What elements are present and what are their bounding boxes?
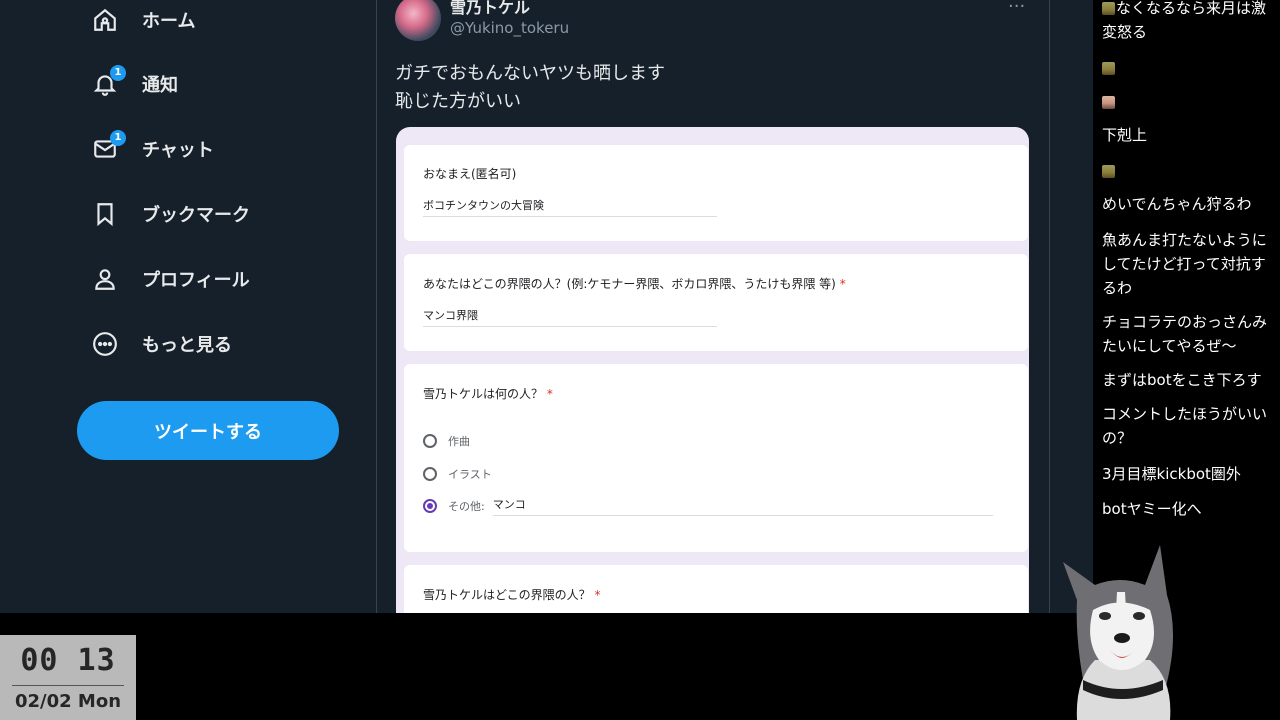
sidebar-item-profile[interactable]: プロフィール	[90, 259, 250, 299]
tweet-button[interactable]: ツイートする	[77, 401, 339, 460]
form-question-card: あなたはどこの界隈の人？(例:ケモナー界隈、ボカロ界隈、うたけも界隈 等) * …	[404, 254, 1028, 351]
chick-emoji-icon	[1102, 165, 1115, 178]
comment: まずはbotをこき下ろす	[1102, 371, 1262, 389]
clock-time: 00 13	[20, 643, 116, 678]
chat-badge: 1	[110, 130, 126, 146]
radio-button[interactable]	[423, 434, 437, 448]
bell-icon: 1	[90, 65, 126, 99]
radio-label: その他:	[448, 500, 485, 513]
bookmark-icon	[90, 199, 120, 229]
comment	[1102, 159, 1280, 183]
comment: めいでんちゃん狩るわ	[1102, 195, 1252, 213]
more-circle-icon	[90, 329, 120, 359]
form-question-card: 雪乃トケルはどこの界隈の人？ *	[404, 565, 1028, 613]
sidebar-item-bookmarks[interactable]: ブックマーク	[90, 194, 250, 234]
comment: なくなるなら来月は激変怒る	[1102, 0, 1267, 41]
sidebar-item-label: プロフィール	[142, 270, 250, 291]
husky-avatar	[1063, 545, 1174, 720]
answer-text: ボコチンタウンの大冒険	[423, 197, 717, 217]
answer-text: マンコ界隈	[423, 307, 717, 327]
author-handle[interactable]: @Yukino_tokeru	[450, 19, 569, 37]
sidebar-item-home[interactable]: ホーム	[90, 0, 195, 40]
comment: 下剋上	[1102, 126, 1148, 144]
radio-option[interactable]: 作曲	[423, 431, 470, 451]
chick-emoji-icon	[1102, 62, 1115, 75]
radio-label: 作曲	[448, 435, 470, 448]
person-emoji-icon	[1102, 96, 1115, 109]
home-icon	[90, 5, 120, 35]
radio-option[interactable]: その他: マンコ	[423, 496, 993, 516]
radio-option[interactable]: イラスト	[423, 464, 492, 484]
sidebar-item-more[interactable]: もっと見る	[90, 324, 232, 364]
clock-date: 02/02 Mon	[14, 691, 122, 712]
required-mark: *	[839, 277, 846, 291]
ellipsis-icon[interactable]: ···	[1008, 0, 1025, 17]
required-mark: *	[546, 387, 553, 401]
question-title: おなまえ(匿名可)	[423, 167, 517, 181]
sidebar-item-chat[interactable]: 1 チャット	[90, 129, 214, 169]
sidebar-item-label: もっと見る	[142, 335, 232, 356]
twitter-screen: ホーム 1 通知 1 チャット ブックマーク プロフィール もっと見る ツイート…	[0, 0, 1093, 613]
clock-divider	[12, 685, 124, 686]
comment: botヤミー化へ	[1102, 500, 1202, 518]
question-title: 雪乃トケルはどこの界隈の人？ *	[423, 588, 601, 602]
chick-emoji-icon	[1102, 2, 1115, 15]
tweet-text-line: 恥じた方がいい	[395, 91, 521, 112]
sidebar-item-label: ブックマーク	[142, 205, 250, 226]
required-mark: *	[594, 588, 601, 602]
sidebar-item-notifications[interactable]: 1 通知	[90, 64, 178, 104]
radio-button[interactable]	[423, 467, 437, 481]
sidebar-item-label: チャット	[142, 140, 214, 161]
notification-badge: 1	[110, 65, 126, 81]
comment: 3月目標kickbot圏外	[1102, 465, 1241, 483]
tweet-image-form[interactable]: おなまえ(匿名可) ボコチンタウンの大冒険 あなたはどこの界隈の人？(例:ケモナ…	[396, 127, 1029, 613]
form-question-card: 雪乃トケルは何の人？ * 作曲 イラスト その他: マンコ	[404, 364, 1028, 552]
sidebar-item-label: 通知	[142, 75, 178, 96]
question-title: 雪乃トケルは何の人？ *	[423, 387, 553, 401]
other-input[interactable]: マンコ	[492, 496, 993, 516]
radio-label: イラスト	[448, 468, 492, 481]
form-question-card: おなまえ(匿名可) ボコチンタウンの大冒険	[404, 145, 1028, 241]
comment	[1102, 56, 1280, 80]
comment	[1102, 90, 1280, 114]
author-name[interactable]: 雪乃トケル	[450, 0, 530, 18]
comment: コメントしたほうがいいの？	[1102, 405, 1268, 447]
person-icon	[90, 264, 120, 294]
question-title: あなたはどこの界隈の人？(例:ケモナー界隈、ボカロ界隈、うたけも界隈 等) *	[423, 277, 846, 291]
clock-widget: 00 13 02/02 Mon	[0, 635, 136, 720]
tweet-text-line: ガチでおもんないヤツも晒します	[395, 63, 665, 84]
mail-icon: 1	[90, 130, 126, 164]
radio-button-selected[interactable]	[423, 499, 437, 513]
comment: 魚あんま打たないようにしてたけど打って対抗するわ	[1102, 231, 1267, 297]
sidebar-item-label: ホーム	[142, 11, 196, 32]
comment: チョコラテのおっさんみたいにしてやるぜ～	[1102, 313, 1268, 355]
stream-comments: なくなるなら来月は激変怒る 下剋上 めいでんちゃん狩るわ 魚あんま打たないように…	[1094, 0, 1280, 560]
